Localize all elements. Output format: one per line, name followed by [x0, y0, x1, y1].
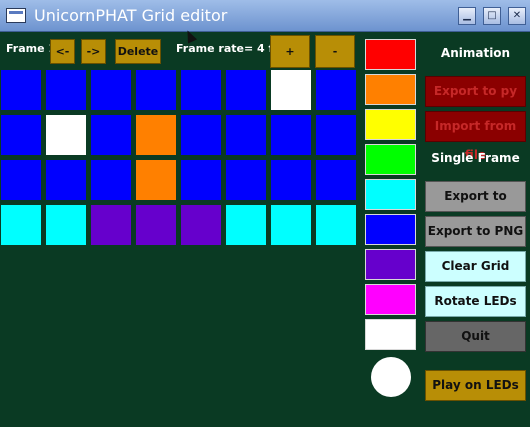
led-cell[interactable]	[271, 160, 311, 200]
led-cell[interactable]	[226, 115, 266, 155]
export-to-png-button[interactable]: Export to PNG	[425, 216, 526, 247]
main-content: Frame 1 <- -> Delete Frame rate= 4 fps +…	[0, 32, 530, 427]
led-cell[interactable]	[1, 115, 41, 155]
quit-button[interactable]: Quit	[425, 321, 526, 352]
selected-color-indicator	[371, 357, 411, 397]
led-cell[interactable]	[271, 70, 311, 110]
led-cell[interactable]	[46, 70, 86, 110]
led-cell[interactable]	[226, 160, 266, 200]
led-cell[interactable]	[316, 70, 356, 110]
led-cell[interactable]	[181, 70, 221, 110]
led-cell[interactable]	[46, 115, 86, 155]
led-cell[interactable]	[181, 205, 221, 245]
led-cell[interactable]	[271, 205, 311, 245]
prev-frame-button[interactable]: <-	[50, 39, 75, 64]
color-swatch[interactable]	[365, 39, 416, 70]
color-swatch[interactable]	[365, 319, 416, 350]
led-cell[interactable]	[226, 205, 266, 245]
title-bar: UnicornPHAT Grid editor ▁ □ ✕	[0, 0, 530, 32]
single-frame-heading: Single Frame	[431, 151, 520, 165]
color-swatch[interactable]	[365, 109, 416, 140]
next-frame-button[interactable]: ->	[81, 39, 106, 64]
app-window-icon	[6, 8, 26, 23]
clear-grid-button[interactable]: Clear Grid	[425, 251, 526, 282]
led-cell[interactable]	[181, 160, 221, 200]
delete-frame-button[interactable]: Delete	[115, 39, 161, 64]
color-swatch[interactable]	[365, 284, 416, 315]
color-swatch[interactable]	[365, 74, 416, 105]
increase-rate-button[interactable]: +	[270, 35, 310, 68]
led-cell[interactable]	[316, 205, 356, 245]
animation-heading: Animation	[440, 46, 511, 60]
frame-label: Frame 1	[6, 42, 57, 55]
led-cell[interactable]	[1, 205, 41, 245]
led-cell[interactable]	[136, 115, 176, 155]
color-swatch[interactable]	[365, 214, 416, 245]
color-swatch[interactable]	[365, 249, 416, 280]
play-on-leds-button[interactable]: Play on LEDs	[425, 370, 526, 401]
led-cell[interactable]	[136, 70, 176, 110]
led-cell[interactable]	[271, 115, 311, 155]
rotate-leds-button[interactable]: Rotate LEDs	[425, 286, 526, 317]
minimize-button[interactable]: ▁	[458, 7, 476, 25]
led-cell[interactable]	[1, 70, 41, 110]
export-to-console-button[interactable]: Export to console	[425, 181, 526, 232]
led-cell[interactable]	[316, 115, 356, 155]
export-to-py-button[interactable]: Export to py	[425, 76, 526, 107]
led-cell[interactable]	[181, 115, 221, 155]
close-button[interactable]: ✕	[508, 7, 526, 25]
maximize-button[interactable]: □	[483, 7, 501, 25]
window-title: UnicornPHAT Grid editor	[34, 6, 228, 25]
led-cell[interactable]	[136, 160, 176, 200]
led-cell[interactable]	[91, 205, 131, 245]
led-cell[interactable]	[226, 70, 266, 110]
led-cell[interactable]	[46, 160, 86, 200]
led-cell[interactable]	[316, 160, 356, 200]
decrease-rate-button[interactable]: -	[315, 35, 355, 68]
color-swatch[interactable]	[365, 179, 416, 210]
led-cell[interactable]	[91, 115, 131, 155]
led-cell[interactable]	[1, 160, 41, 200]
import-from-file-button[interactable]: Import from file	[425, 111, 526, 162]
led-cell[interactable]	[136, 205, 176, 245]
led-cell[interactable]	[46, 205, 86, 245]
led-cell[interactable]	[91, 160, 131, 200]
led-cell[interactable]	[91, 70, 131, 110]
color-swatch[interactable]	[365, 144, 416, 175]
